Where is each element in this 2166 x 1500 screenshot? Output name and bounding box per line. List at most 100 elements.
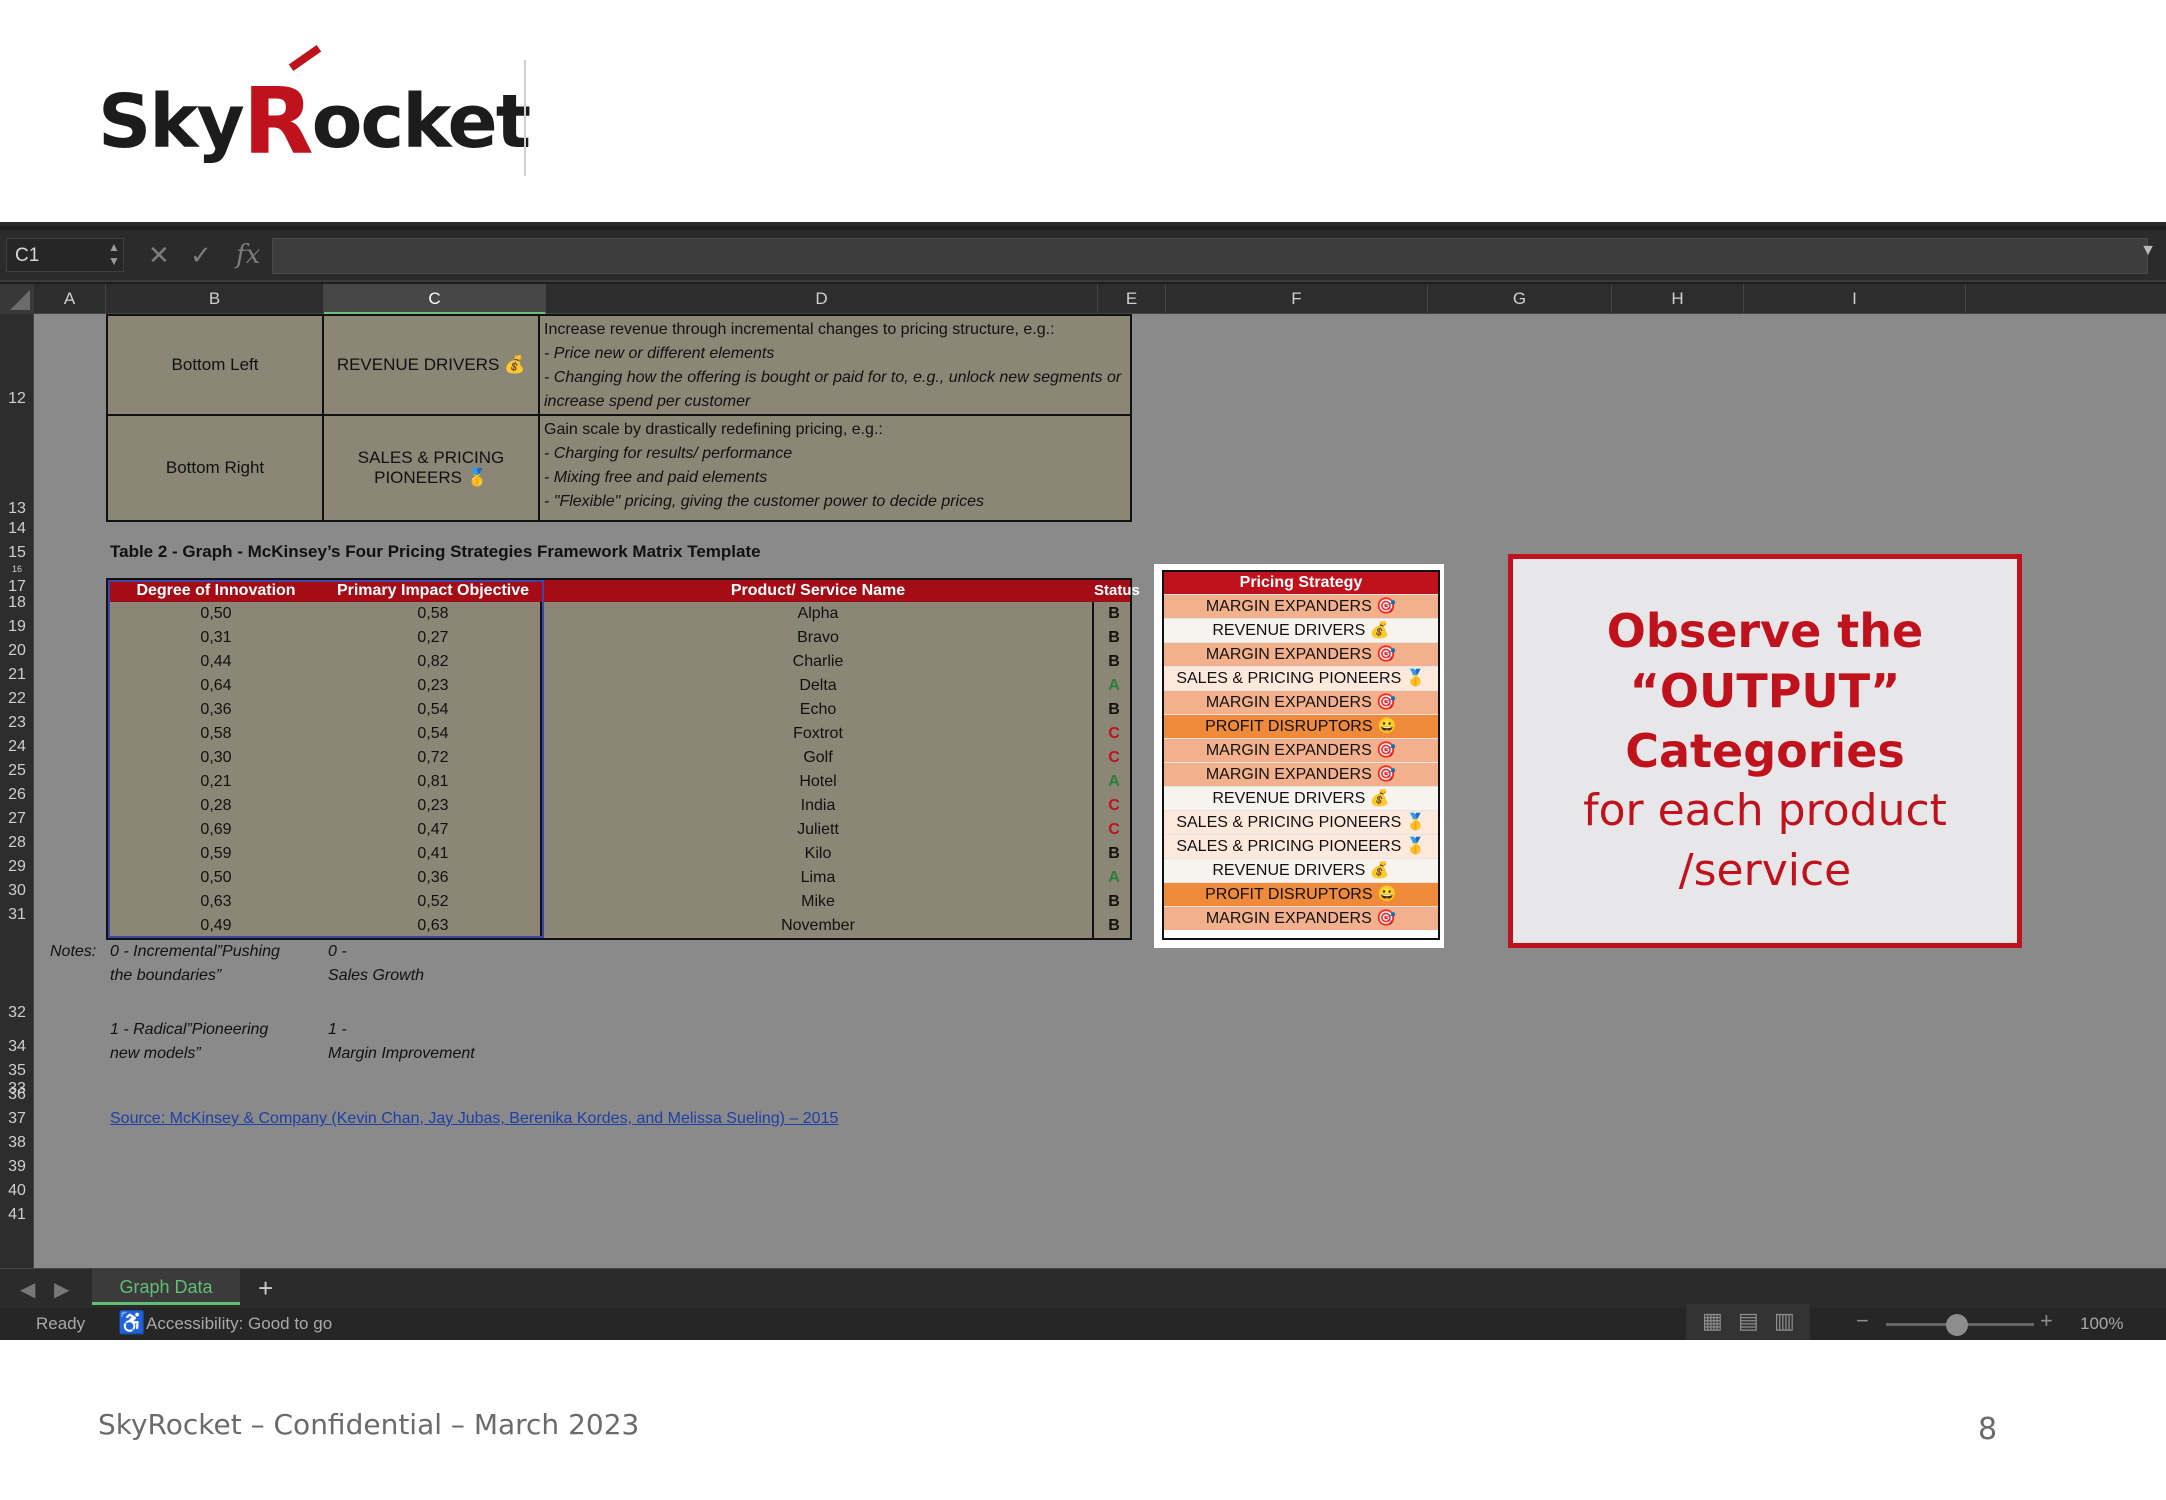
pricing-strategy-cell[interactable]: PROFIT DISRUPTORS 😀: [1164, 882, 1438, 906]
row-header[interactable]: 26: [0, 786, 34, 804]
confirm-icon[interactable]: ✓: [190, 240, 212, 271]
header-pricing-strategy[interactable]: Pricing Strategy: [1164, 572, 1438, 594]
product-name-cell[interactable]: Hotel: [542, 773, 1094, 791]
page-break-icon[interactable]: ▥: [1774, 1308, 1795, 1334]
pricing-strategy-cell[interactable]: MARGIN EXPANDERS 🎯: [1164, 738, 1438, 762]
pricing-strategy-cell[interactable]: MARGIN EXPANDERS 🎯: [1164, 642, 1438, 666]
name-box-stepper-icon[interactable]: ▲ ▼: [108, 240, 120, 268]
product-name-cell[interactable]: Juliett: [542, 821, 1094, 839]
cancel-icon[interactable]: ✕: [148, 240, 170, 271]
strategy-cell[interactable]: REVENUE DRIVERS 💰: [324, 316, 540, 414]
product-name-cell[interactable]: Charlie: [542, 653, 1094, 671]
status-cell[interactable]: B: [1094, 605, 1134, 623]
pricing-strategy-cell[interactable]: SALES & PRICING PIONEERS 🥇: [1164, 810, 1438, 834]
product-name-cell[interactable]: Golf: [542, 749, 1094, 767]
row-header[interactable]: 16: [0, 564, 34, 574]
formula-input[interactable]: [272, 238, 2148, 274]
pricing-strategy-cell[interactable]: MARGIN EXPANDERS 🎯: [1164, 906, 1438, 930]
description-cell[interactable]: Gain scale by drastically redefining pri…: [540, 416, 1130, 520]
row-header[interactable]: 32: [0, 1004, 34, 1022]
product-name-cell[interactable]: Foxtrot: [542, 725, 1094, 743]
pricing-strategy-cell[interactable]: PROFIT DISRUPTORS 😀: [1164, 714, 1438, 738]
pricing-strategy-cell[interactable]: REVENUE DRIVERS 💰: [1164, 858, 1438, 882]
framework-row-bottom-left[interactable]: Bottom Left REVENUE DRIVERS 💰 Increase r…: [106, 314, 1132, 416]
product-name-cell[interactable]: Bravo: [542, 629, 1094, 647]
strategy-cell[interactable]: SALES & PRICING PIONEERS 🥇: [324, 416, 540, 520]
status-cell[interactable]: B: [1094, 893, 1134, 911]
status-cell[interactable]: A: [1094, 773, 1134, 791]
zoom-level[interactable]: 100%: [2080, 1314, 2123, 1334]
sheet-tab-graph-data[interactable]: Graph Data: [92, 1269, 240, 1305]
column-header-c[interactable]: C: [324, 284, 546, 314]
row-header[interactable]: 36: [0, 1086, 34, 1104]
header-status[interactable]: Status: [1094, 582, 1140, 599]
status-cell[interactable]: C: [1094, 749, 1134, 767]
pricing-strategy-cell[interactable]: MARGIN EXPANDERS 🎯: [1164, 690, 1438, 714]
column-header-h[interactable]: H: [1612, 284, 1744, 314]
add-sheet-icon[interactable]: +: [258, 1273, 273, 1304]
row-header[interactable]: 40: [0, 1182, 34, 1200]
row-header[interactable]: 28: [0, 834, 34, 852]
select-all-corner[interactable]: [0, 284, 34, 314]
pricing-strategy-cell[interactable]: SALES & PRICING PIONEERS 🥇: [1164, 666, 1438, 690]
zoom-out-icon[interactable]: −: [1856, 1308, 1869, 1334]
column-header-e[interactable]: E: [1098, 284, 1166, 314]
status-cell[interactable]: B: [1094, 701, 1134, 719]
row-header[interactable]: 31: [0, 906, 34, 924]
pricing-strategy-cell[interactable]: REVENUE DRIVERS 💰: [1164, 786, 1438, 810]
row-header[interactable]: 18: [0, 594, 34, 612]
framework-row-bottom-right[interactable]: Bottom Right SALES & PRICING PIONEERS 🥇 …: [106, 414, 1132, 522]
tab-next-icon[interactable]: ▶: [54, 1277, 69, 1302]
row-header[interactable]: 23: [0, 714, 34, 732]
status-cell[interactable]: A: [1094, 869, 1134, 887]
row-header[interactable]: 20: [0, 642, 34, 660]
status-cell[interactable]: C: [1094, 725, 1134, 743]
row-header[interactable]: 24: [0, 738, 34, 756]
row-header[interactable]: 37: [0, 1110, 34, 1128]
row-header[interactable]: 29: [0, 858, 34, 876]
column-header-d[interactable]: D: [546, 284, 1098, 314]
status-cell[interactable]: B: [1094, 653, 1134, 671]
row-header[interactable]: 27: [0, 810, 34, 828]
row-header[interactable]: 38: [0, 1134, 34, 1152]
row-header[interactable]: 30: [0, 882, 34, 900]
status-cell[interactable]: C: [1094, 797, 1134, 815]
product-name-cell[interactable]: Delta: [542, 677, 1094, 695]
tab-prev-icon[interactable]: ◀: [20, 1277, 35, 1302]
row-header[interactable]: 14: [0, 520, 34, 538]
source-link[interactable]: Source: McKinsey & Company (Kevin Chan, …: [110, 1110, 838, 1128]
column-header-f[interactable]: F: [1166, 284, 1428, 314]
page-layout-icon[interactable]: ▤: [1738, 1308, 1759, 1334]
row-header[interactable]: 34: [0, 1038, 34, 1056]
column-header-b[interactable]: B: [106, 284, 324, 314]
product-name-cell[interactable]: Kilo: [542, 845, 1094, 863]
product-name-cell[interactable]: Mike: [542, 893, 1094, 911]
product-name-cell[interactable]: India: [542, 797, 1094, 815]
row-header[interactable]: 15: [0, 544, 34, 562]
row-header[interactable]: 22: [0, 690, 34, 708]
name-box[interactable]: C1: [6, 238, 124, 272]
product-name-cell[interactable]: Echo: [542, 701, 1094, 719]
accessibility-status[interactable]: Accessibility: Good to go: [146, 1314, 332, 1334]
description-cell[interactable]: Increase revenue through incremental cha…: [540, 316, 1130, 414]
product-name-cell[interactable]: Alpha: [542, 605, 1094, 623]
status-cell[interactable]: A: [1094, 677, 1134, 695]
row-header[interactable]: 13: [0, 500, 34, 518]
position-cell[interactable]: Bottom Left: [108, 316, 324, 414]
zoom-slider-handle[interactable]: [1946, 1314, 1968, 1336]
formula-expand-icon[interactable]: ▼: [2140, 242, 2156, 260]
function-icon[interactable]: fx: [236, 240, 260, 270]
row-header[interactable]: 39: [0, 1158, 34, 1176]
row-header[interactable]: 12: [0, 390, 34, 408]
zoom-in-icon[interactable]: +: [2040, 1308, 2053, 1334]
pricing-strategy-cell[interactable]: SALES & PRICING PIONEERS 🥇: [1164, 834, 1438, 858]
header-product-name[interactable]: Product/ Service Name: [542, 582, 1094, 600]
normal-view-icon[interactable]: ▦: [1702, 1308, 1723, 1334]
pricing-strategy-cell[interactable]: REVENUE DRIVERS 💰: [1164, 618, 1438, 642]
status-cell[interactable]: B: [1094, 629, 1134, 647]
row-header[interactable]: 41: [0, 1206, 34, 1224]
row-header[interactable]: 19: [0, 618, 34, 636]
column-header-a[interactable]: A: [34, 284, 106, 314]
product-name-cell[interactable]: Lima: [542, 869, 1094, 887]
row-header[interactable]: 25: [0, 762, 34, 780]
